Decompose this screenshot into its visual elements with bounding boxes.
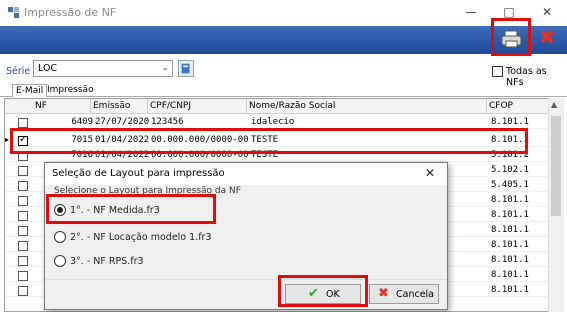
minimize-button[interactable]: — <box>451 0 491 26</box>
row-checkbox[interactable] <box>18 196 28 206</box>
row-checkbox[interactable] <box>18 118 28 128</box>
cancel-x-icon: ✖ <box>378 286 389 301</box>
dialog-title: Seleção de Layout para impressão <box>52 168 225 179</box>
cancel-label: Cancela <box>396 289 435 300</box>
scroll-thumb[interactable] <box>551 116 561 216</box>
lookup-icon[interactable] <box>178 60 194 77</box>
chevron-down-icon: ⌄ <box>161 63 169 73</box>
dialog-footer-divider <box>45 279 447 280</box>
col-header-emissao[interactable]: Emissão <box>93 101 130 111</box>
col-divider <box>246 99 247 114</box>
cancel-button[interactable]: ✖ Cancela <box>369 284 439 304</box>
cell-cfop: 8.101.1 <box>491 270 529 280</box>
layout-option-2-label[interactable]: 2°. - NF Locação modelo 1.fr3 <box>70 232 212 243</box>
layout-radio-3[interactable] <box>54 255 66 267</box>
scroll-up-icon[interactable]: ▲ <box>551 100 557 109</box>
cell-emissao: 27/07/2020 <box>95 117 150 127</box>
tab-impressao[interactable]: Impressão <box>44 84 97 97</box>
cell-cfop: 8.101.1 <box>491 117 529 127</box>
cell-cfop: 8.101.1 <box>491 225 529 235</box>
row-checkbox[interactable] <box>18 271 28 281</box>
todas-label: Todas as NFs <box>506 66 547 88</box>
col-divider <box>90 99 91 114</box>
app-icon <box>8 7 19 18</box>
tab-email[interactable]: E-Mail <box>12 84 48 97</box>
layout-option-3-label[interactable]: 3°. - NF RPS.fr3 <box>70 256 144 267</box>
col-divider <box>486 99 487 114</box>
todas-checkbox[interactable] <box>492 66 503 77</box>
cell-cfop: 5.102.1 <box>491 165 529 175</box>
cell-cfop: 8.101.1 <box>491 240 529 250</box>
serie-value: LOC <box>38 63 58 74</box>
selected-row-highlight <box>10 128 528 154</box>
row-checkbox[interactable] <box>18 241 28 251</box>
print-button-highlight <box>491 18 531 56</box>
layout-radio-2[interactable] <box>54 231 66 243</box>
row-checkbox[interactable] <box>18 256 28 266</box>
cell-cfop: 8.101.1 <box>491 195 529 205</box>
row-checkbox[interactable] <box>18 181 28 191</box>
col-header-nome[interactable]: Nome/Razão Social <box>249 101 335 111</box>
row-checkbox[interactable] <box>18 286 28 296</box>
serie-label: Série : <box>6 66 37 77</box>
col-divider <box>147 99 148 114</box>
cell-cfop: 8.101.1 <box>491 285 529 295</box>
window-title: Impressão de NF <box>24 6 117 19</box>
row-checkbox[interactable] <box>18 211 28 221</box>
cell-cfop: 8.101.1 <box>491 255 529 265</box>
serie-select[interactable]: LOC ⌄ <box>33 60 173 77</box>
row-checkbox[interactable] <box>18 166 28 176</box>
cell-cfop: 5.405.1 <box>491 180 529 190</box>
col-header-nf[interactable]: NF <box>35 101 47 111</box>
close-window-button[interactable]: ✕ <box>527 0 567 26</box>
toolbar <box>0 26 567 54</box>
layout-selection-dialog: Seleção de Layout para impressão ✕ Selec… <box>44 162 448 310</box>
option-1-highlight <box>46 194 216 224</box>
cell-cpf: 123456 <box>151 117 184 127</box>
col-header-cfop[interactable]: CFOP <box>489 101 513 111</box>
row-checkbox[interactable] <box>18 226 28 236</box>
cancel-icon[interactable]: ✖ <box>537 27 557 47</box>
row-pointer-icon: ▸ <box>5 135 10 144</box>
cell-nf: 6409 <box>71 117 93 127</box>
dialog-close-button[interactable]: ✕ <box>425 166 435 180</box>
cell-nome: idalecio <box>251 117 295 127</box>
grid-header: NF Emissão CPF/CNPJ Nome/Razão Social CF… <box>5 99 553 114</box>
ok-button-highlight <box>278 275 368 307</box>
col-header-cpf[interactable]: CPF/CNPJ <box>150 101 191 111</box>
cell-cfop: 8.101.1 <box>491 210 529 220</box>
